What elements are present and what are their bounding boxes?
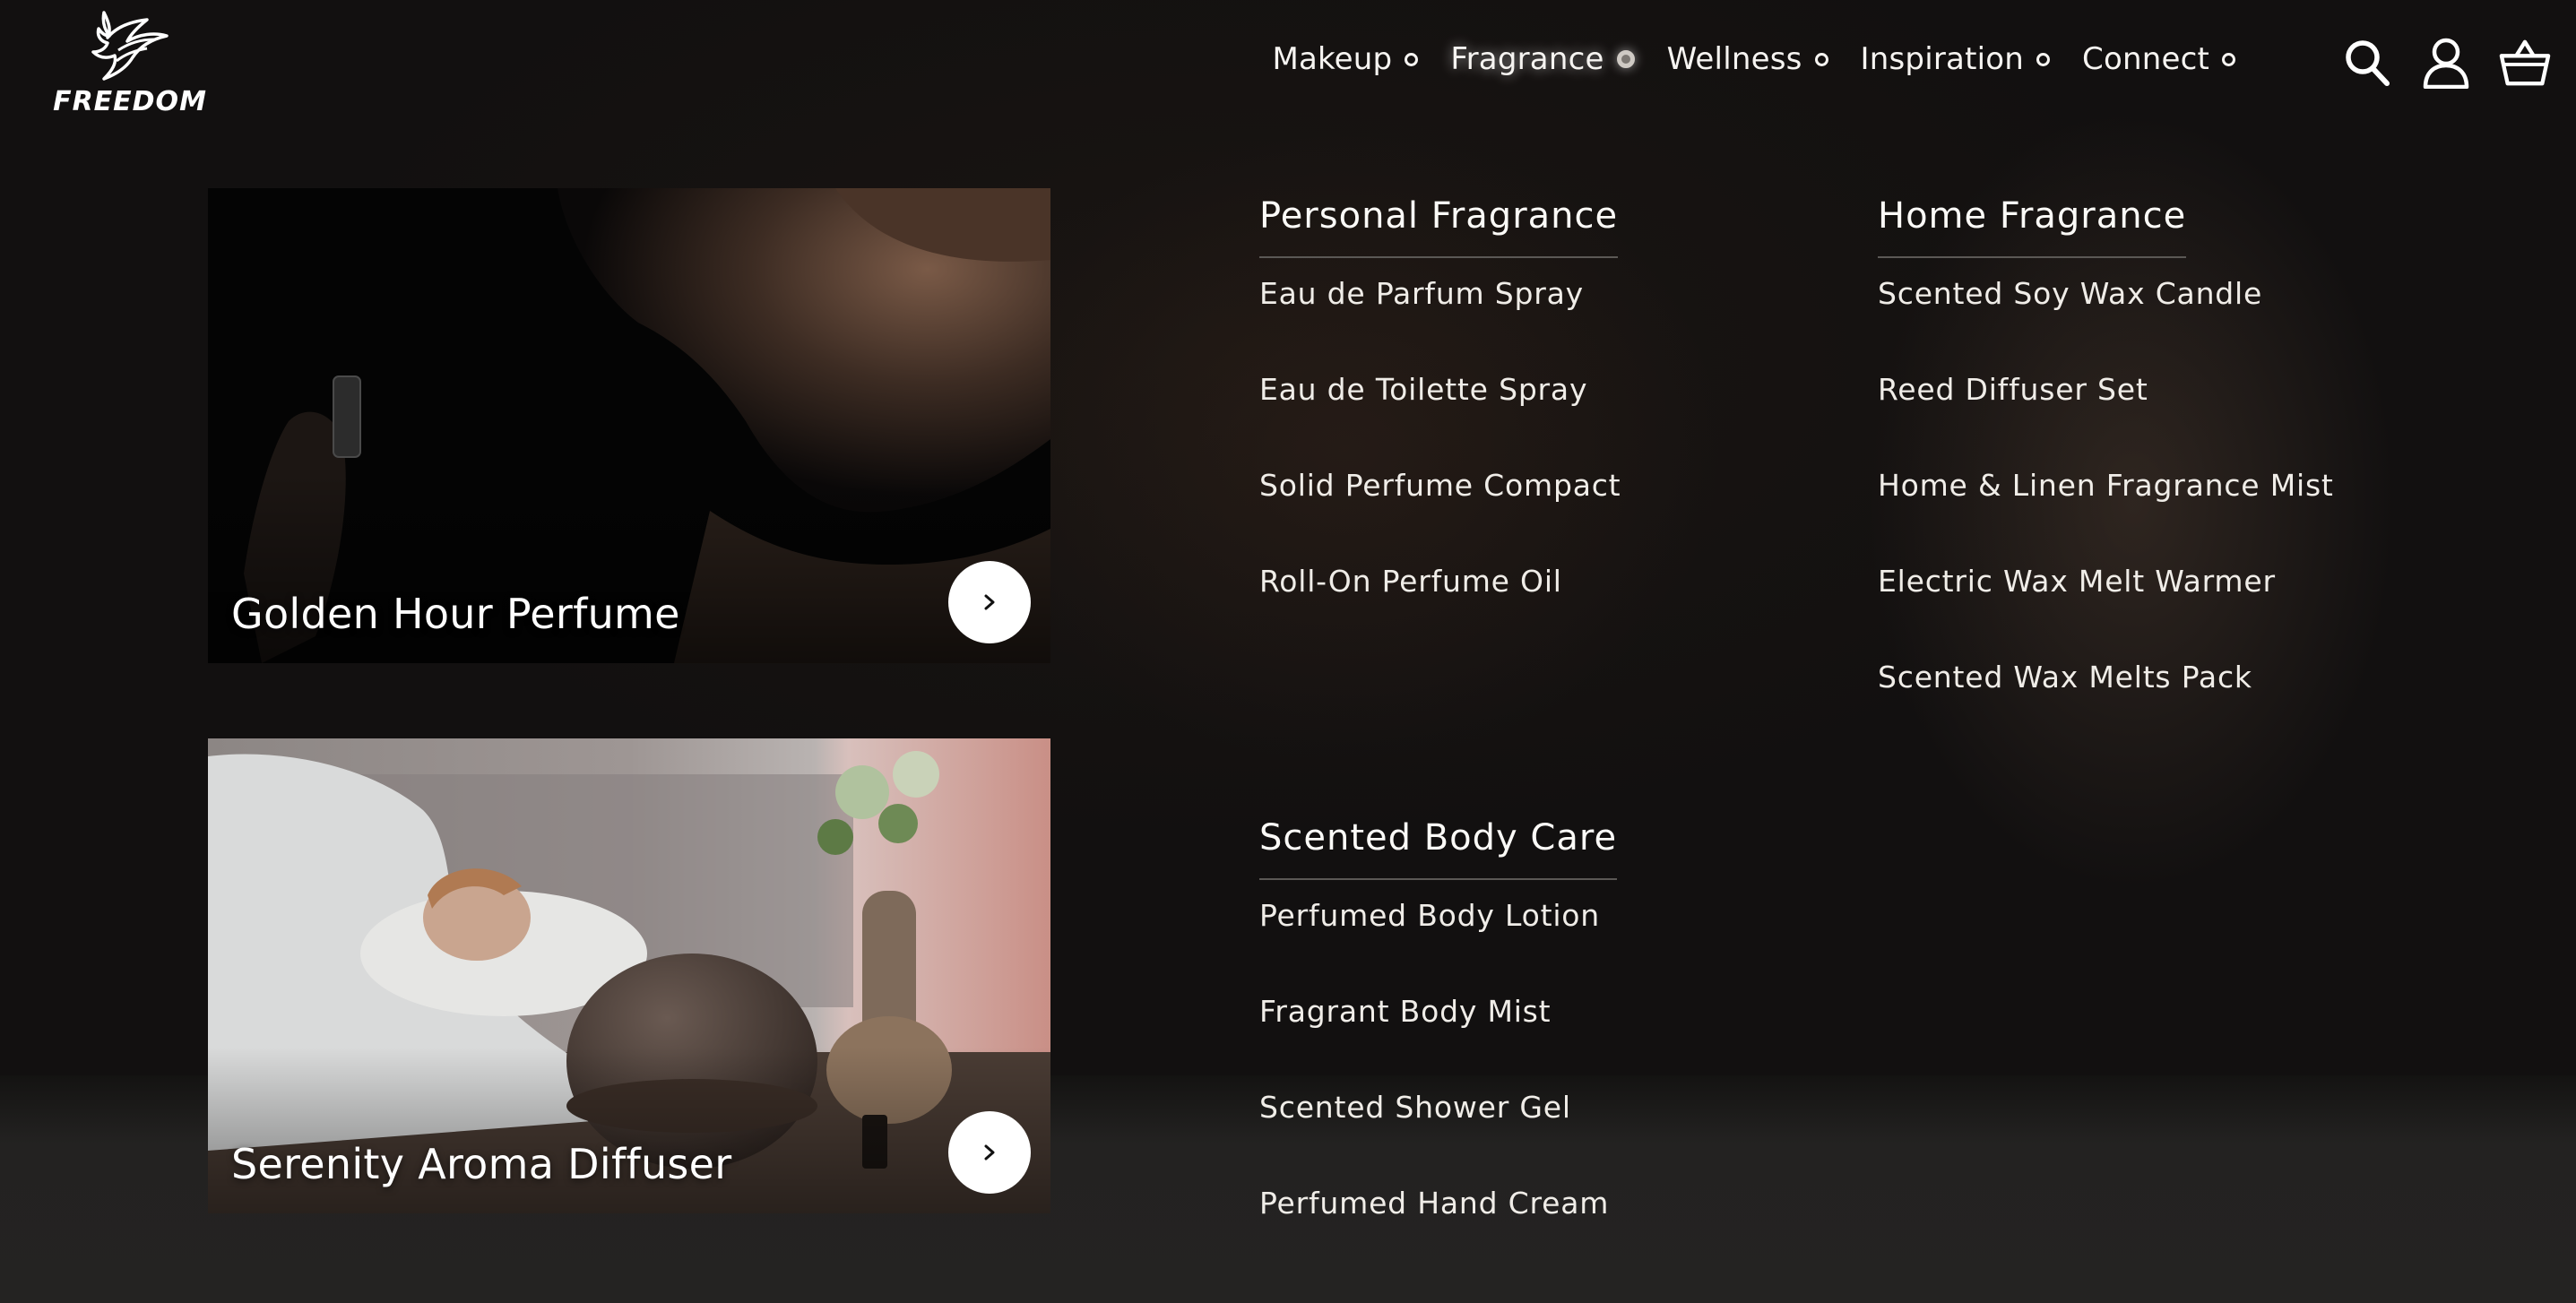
- nav-item-connect[interactable]: Connect: [2082, 41, 2235, 77]
- brand-logo[interactable]: FREEDOM: [45, 11, 215, 118]
- search-button[interactable]: [2341, 36, 2393, 90]
- site-header: FREEDOM Makeup Fragrance Wellness Inspir…: [0, 0, 2576, 134]
- menu-link[interactable]: Perfumed Body Lotion: [1259, 898, 1617, 994]
- menu-heading[interactable]: Personal Fragrance: [1259, 195, 1619, 258]
- main-nav: Makeup Fragrance Wellness Inspiration Co…: [1240, 41, 2235, 77]
- menu-link[interactable]: Home & Linen Fragrance Mist: [1878, 468, 2334, 564]
- menu-column-scented-body-care: Scented Body Care Perfumed Body Lotion F…: [1259, 817, 1618, 1281]
- menu-list: Scented Soy Wax Candle Reed Diffuser Set…: [1878, 276, 2334, 755]
- menu-column-home-fragrance: Home Fragrance Scented Soy Wax Candle Re…: [1878, 195, 2334, 755]
- chevron-right-icon: [984, 1144, 995, 1161]
- menu-link[interactable]: Solid Perfume Compact: [1259, 468, 1621, 564]
- menu-link[interactable]: Scented Wax Melts Pack: [1878, 660, 2334, 755]
- menu-link[interactable]: Reed Diffuser Set: [1878, 372, 2334, 468]
- nav-item-wellness[interactable]: Wellness: [1667, 41, 1828, 77]
- nav-dot-icon: [1814, 52, 1828, 66]
- account-button[interactable]: [2420, 36, 2472, 90]
- bird-icon: [91, 11, 169, 81]
- menu-link[interactable]: Perfumed Hand Cream: [1259, 1186, 1617, 1281]
- nav-dot-icon: [1616, 50, 1635, 68]
- menu-link[interactable]: Fragrant Body Mist: [1259, 994, 1617, 1090]
- featured-card-arrow-button[interactable]: [948, 1111, 1031, 1194]
- nav-item-makeup[interactable]: Makeup: [1272, 41, 1419, 77]
- nav-item-label: Makeup: [1272, 41, 1393, 77]
- featured-card-perfume[interactable]: Golden Hour Perfume: [208, 188, 1050, 663]
- nav-dot-icon: [1405, 52, 1419, 66]
- featured-card-title: Golden Hour Perfume: [231, 590, 680, 638]
- menu-list: Eau de Parfum Spray Eau de Toilette Spra…: [1259, 276, 1621, 660]
- featured-card-diffuser[interactable]: Serenity Aroma Diffuser: [208, 738, 1050, 1213]
- menu-heading[interactable]: Home Fragrance: [1878, 195, 2187, 258]
- menu-link[interactable]: Eau de Parfum Spray: [1259, 276, 1621, 372]
- brand-name: FREEDOM: [53, 86, 207, 117]
- basket-button[interactable]: [2499, 36, 2551, 90]
- nav-item-inspiration[interactable]: Inspiration: [1860, 41, 2051, 77]
- menu-list: Perfumed Body Lotion Fragrant Body Mist …: [1259, 898, 1617, 1281]
- basket-icon: [2499, 39, 2551, 86]
- featured-card-arrow-button[interactable]: [948, 561, 1031, 643]
- menu-link[interactable]: Electric Wax Melt Warmer: [1878, 564, 2334, 660]
- user-icon: [2423, 38, 2469, 89]
- menu-link[interactable]: Scented Soy Wax Candle: [1878, 276, 2334, 372]
- nav-item-label: Wellness: [1666, 41, 1802, 77]
- menu-link[interactable]: Eau de Toilette Spray: [1259, 372, 1621, 468]
- nav-item-label: Connect: [2082, 41, 2209, 77]
- nav-item-label: Inspiration: [1860, 41, 2025, 77]
- menu-link[interactable]: Scented Shower Gel: [1259, 1090, 1617, 1186]
- nav-item-fragrance[interactable]: Fragrance: [1450, 41, 1635, 77]
- chevron-right-icon: [984, 594, 995, 610]
- nav-dot-icon: [2036, 52, 2051, 66]
- nav-dot-icon: [2222, 52, 2235, 66]
- nav-item-label: Fragrance: [1450, 41, 1604, 77]
- menu-link[interactable]: Roll-On Perfume Oil: [1259, 564, 1621, 660]
- header-icons: [2341, 36, 2551, 90]
- search-icon: [2346, 40, 2390, 86]
- menu-column-personal-fragrance: Personal Fragrance Eau de Parfum Spray E…: [1259, 195, 1621, 660]
- featured-card-title: Serenity Aroma Diffuser: [231, 1140, 732, 1188]
- menu-heading[interactable]: Scented Body Care: [1259, 817, 1618, 880]
